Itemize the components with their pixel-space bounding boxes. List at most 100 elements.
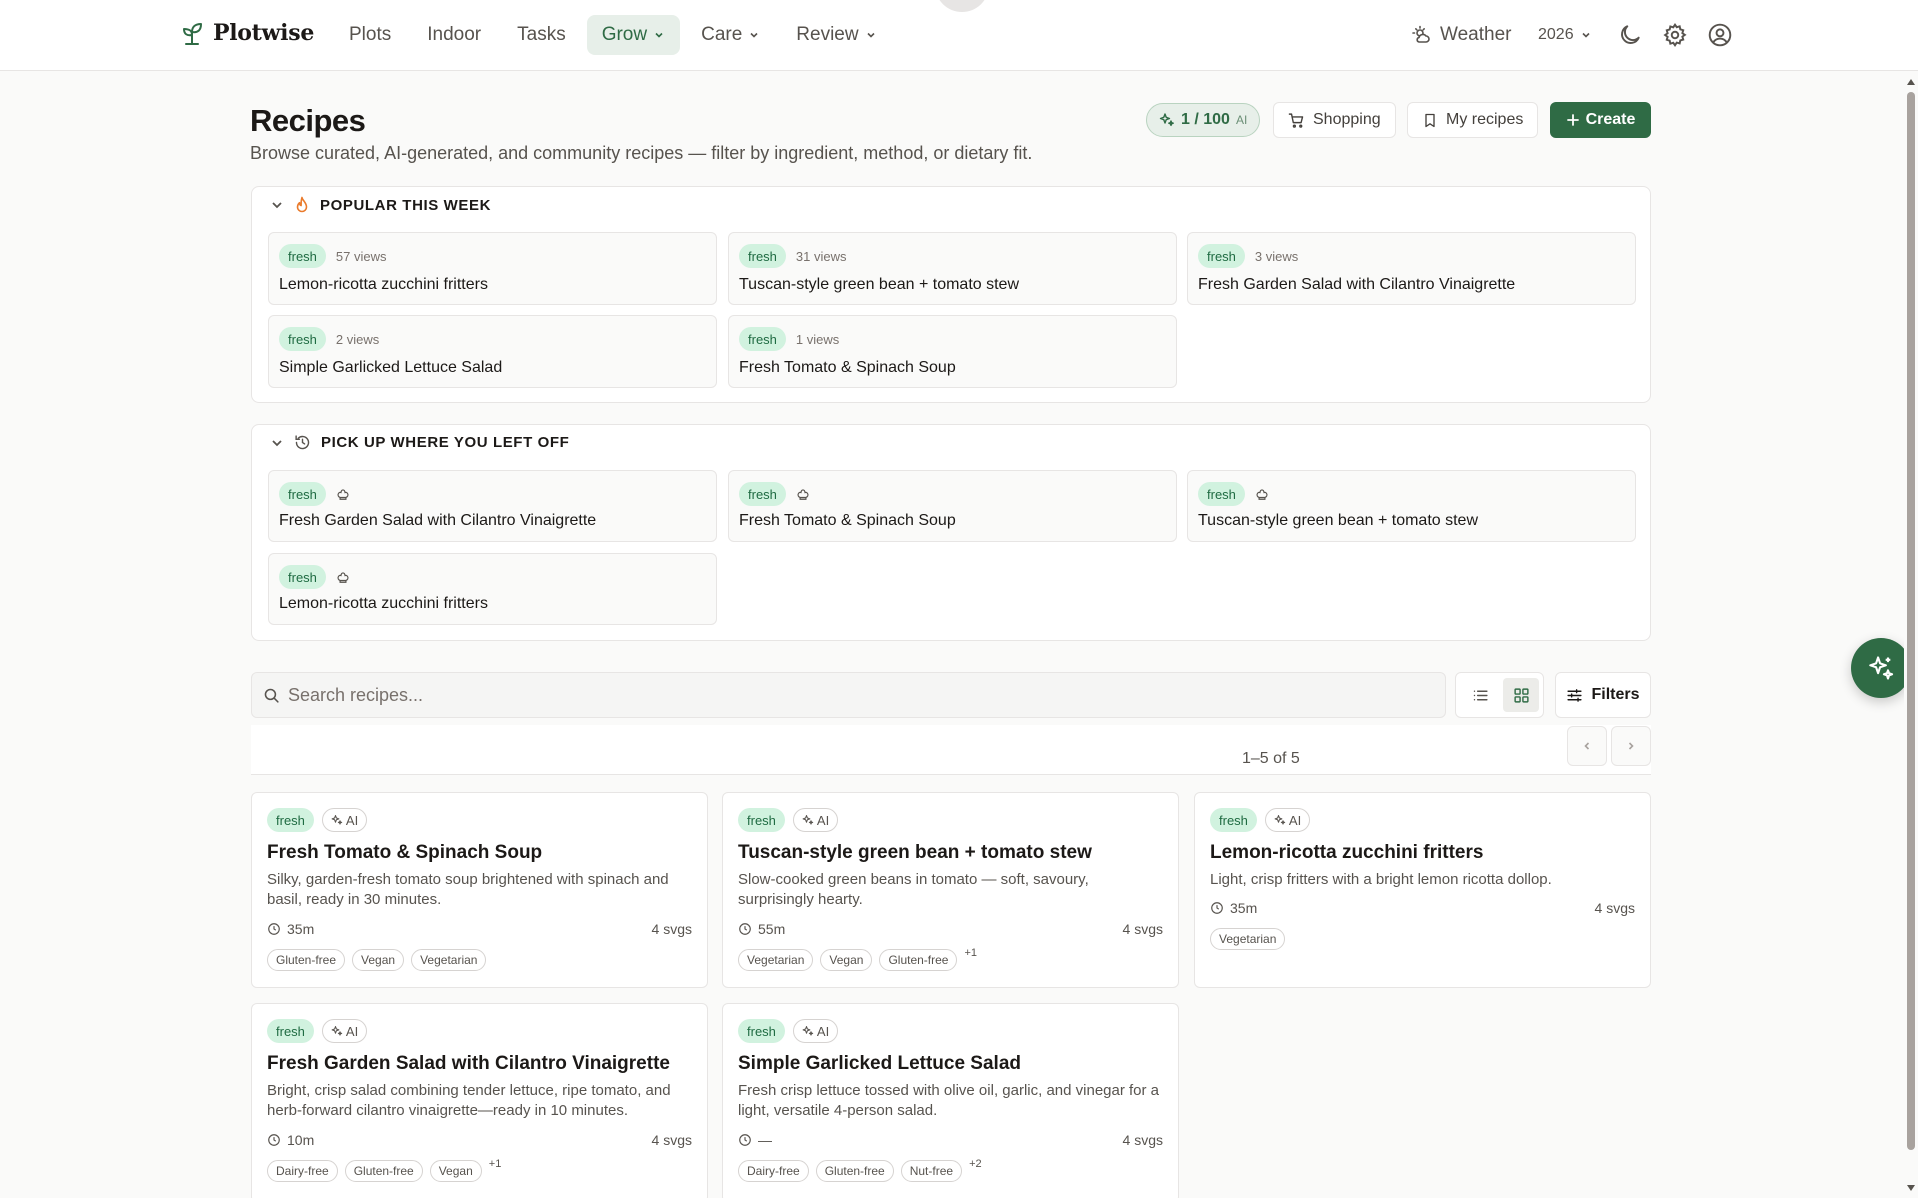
- recipe-tags: Vegetarian: [1210, 928, 1286, 950]
- recipe-card[interactable]: fresh AI Lemon-ricotta zucchini fritters…: [1194, 792, 1651, 988]
- search-input[interactable]: [288, 673, 1428, 717]
- recipe-description: Slow-cooked green beans in tomato — soft…: [738, 871, 1089, 908]
- chef-hat-icon: [337, 489, 349, 500]
- ai-quota-suffix: AI: [1235, 113, 1248, 127]
- sparkles-icon: [331, 814, 343, 825]
- fresh-badge: fresh: [739, 244, 786, 268]
- clock-icon: [739, 923, 751, 935]
- nav-plots[interactable]: Plots: [334, 15, 406, 55]
- recipe-description: Fresh crisp lettuce tossed with olive oi…: [738, 1082, 1160, 1119]
- recipe-title: Lemon-ricotta zucchini fritters: [1210, 842, 1484, 863]
- chef-hat-icon: [1256, 489, 1268, 500]
- fresh-badge: fresh: [1210, 808, 1257, 832]
- clock-icon: [739, 1134, 751, 1146]
- nav-grow-label: Grow: [601, 24, 648, 45]
- grid-view-button[interactable]: [1503, 678, 1539, 712]
- nav-review[interactable]: Review: [781, 15, 891, 55]
- ai-badge: AI: [792, 808, 839, 832]
- recipe-tags: Dairy-free Gluten-free Vegan +1: [267, 1158, 501, 1182]
- popular-item[interactable]: fresh 31 views Tuscan-style green bean + …: [728, 232, 1177, 305]
- ai-badge: AI: [792, 1019, 839, 1043]
- ai-assistant-button[interactable]: [1851, 638, 1911, 698]
- clock-icon: [268, 1134, 280, 1146]
- shopping-button[interactable]: Shopping: [1273, 102, 1396, 138]
- fresh-badge: fresh: [279, 565, 326, 589]
- sparkles-icon: [802, 1025, 814, 1036]
- triangle-down-icon: [1907, 1185, 1915, 1191]
- filters-button[interactable]: Filters: [1555, 672, 1651, 718]
- user-icon[interactable]: [1707, 22, 1733, 48]
- diet-tag: Dairy-free: [738, 1160, 809, 1182]
- recipe-time: —: [738, 1132, 772, 1148]
- scroll-down-arrow[interactable]: [1905, 1182, 1917, 1194]
- recent-item-title: Tuscan-style green bean + tomato stew: [1198, 512, 1478, 529]
- main-nav: Plots Indoor Tasks Grow Care Review: [334, 15, 892, 55]
- create-button[interactable]: Create: [1550, 102, 1651, 138]
- sparkles-icon: [1274, 814, 1286, 825]
- grid-icon: [1513, 687, 1529, 703]
- recipe-title: Fresh Garden Salad with Cilantro Vinaigr…: [267, 1053, 670, 1074]
- weather-icon: [1412, 25, 1430, 43]
- clock-icon: [268, 923, 280, 935]
- recipe-card[interactable]: fresh AI Tuscan-style green bean + tomat…: [722, 792, 1179, 988]
- brand-logo[interactable]: Plotwise: [181, 20, 314, 46]
- recipe-card[interactable]: fresh AI Simple Garlicked Lettuce Salad …: [722, 1003, 1179, 1198]
- recent-item[interactable]: fresh Lemon-ricotta zucchini fritters: [268, 553, 717, 625]
- fresh-badge: fresh: [279, 244, 326, 268]
- recipe-card[interactable]: fresh AI Fresh Garden Salad with Cilantr…: [251, 1003, 708, 1198]
- recent-item-title: Fresh Garden Salad with Cilantro Vinaigr…: [279, 512, 597, 529]
- gear-icon[interactable]: [1662, 22, 1688, 48]
- prev-page-button[interactable]: [1567, 726, 1607, 766]
- next-page-button[interactable]: [1611, 726, 1651, 766]
- weather-label: Weather: [1440, 24, 1512, 45]
- scroll-up-arrow[interactable]: [1905, 76, 1917, 88]
- fresh-badge: fresh: [279, 482, 326, 506]
- brand-name: Plotwise: [213, 20, 315, 46]
- recipe-time: 10m: [267, 1132, 314, 1148]
- recipe-tags: Gluten-free Vegan Vegetarian: [267, 949, 487, 971]
- weather-button[interactable]: Weather: [1412, 17, 1511, 53]
- recipe-card[interactable]: fresh AI Fresh Tomato & Spinach Soup Sil…: [251, 792, 708, 988]
- popular-item-title: Simple Garlicked Lettuce Salad: [279, 359, 503, 376]
- recent-heading: PICK UP WHERE YOU LEFT OFF: [321, 434, 570, 451]
- recipe-description: Light, crisp fritters with a bright lemo…: [1210, 871, 1552, 888]
- recipe-time: 35m: [267, 921, 314, 937]
- page-subtitle: Browse curated, AI-generated, and commun…: [250, 143, 1033, 163]
- fresh-badge: fresh: [267, 1019, 314, 1043]
- fresh-badge: fresh: [739, 482, 786, 506]
- recent-item[interactable]: fresh Fresh Garden Salad with Cilantro V…: [268, 470, 717, 542]
- my-recipes-button[interactable]: My recipes: [1407, 102, 1539, 138]
- moon-icon[interactable]: [1617, 22, 1643, 48]
- nav-indoor[interactable]: Indoor: [412, 15, 496, 55]
- recipe-time-value: 10m: [287, 1132, 315, 1148]
- recipe-description: Silky, garden-fresh tomato soup brighten…: [267, 871, 669, 908]
- my-recipes-label: My recipes: [1446, 111, 1524, 128]
- popular-item[interactable]: fresh 1 views Fresh Tomato & Spinach Soup: [728, 315, 1177, 388]
- recent-header[interactable]: PICK UP WHERE YOU LEFT OFF: [270, 434, 569, 451]
- recipe-time: 35m: [1210, 900, 1257, 916]
- ai-badge-label: AI: [345, 812, 359, 828]
- recent-item[interactable]: fresh Tuscan-style green bean + tomato s…: [1187, 470, 1636, 542]
- popular-heading: POPULAR THIS WEEK: [320, 196, 492, 214]
- popular-item[interactable]: fresh 2 views Simple Garlicked Lettuce Sa…: [268, 315, 717, 388]
- popular-item[interactable]: fresh 3 views Fresh Garden Salad with Cil…: [1187, 232, 1636, 305]
- sparkles-icon: [802, 814, 814, 825]
- recent-item[interactable]: fresh Fresh Tomato & Spinach Soup: [728, 470, 1177, 542]
- popular-item[interactable]: fresh 57 views Lemon-ricotta zucchini fri…: [268, 232, 717, 305]
- year-select[interactable]: 2026: [1538, 17, 1592, 53]
- recipe-time-value: 35m: [287, 921, 315, 937]
- nav-care[interactable]: Care: [686, 15, 775, 55]
- view-count: 31 views: [795, 248, 847, 264]
- recipe-servings: 4 svgs: [651, 1132, 692, 1148]
- diet-tag: Vegetarian: [1210, 928, 1286, 950]
- nav-grow[interactable]: Grow: [586, 15, 681, 55]
- recipe-title: Tuscan-style green bean + tomato stew: [738, 842, 1092, 863]
- search-icon: [264, 688, 279, 703]
- search-bar: [251, 672, 1446, 718]
- diet-tag: Gluten-free: [815, 1160, 894, 1182]
- list-view-button[interactable]: [1462, 678, 1498, 712]
- chevron-down-icon: [1582, 32, 1590, 38]
- nav-tasks[interactable]: Tasks: [502, 15, 581, 55]
- scrollbar-thumb[interactable]: [1907, 92, 1915, 1150]
- popular-header[interactable]: POPULAR THIS WEEK: [270, 196, 491, 214]
